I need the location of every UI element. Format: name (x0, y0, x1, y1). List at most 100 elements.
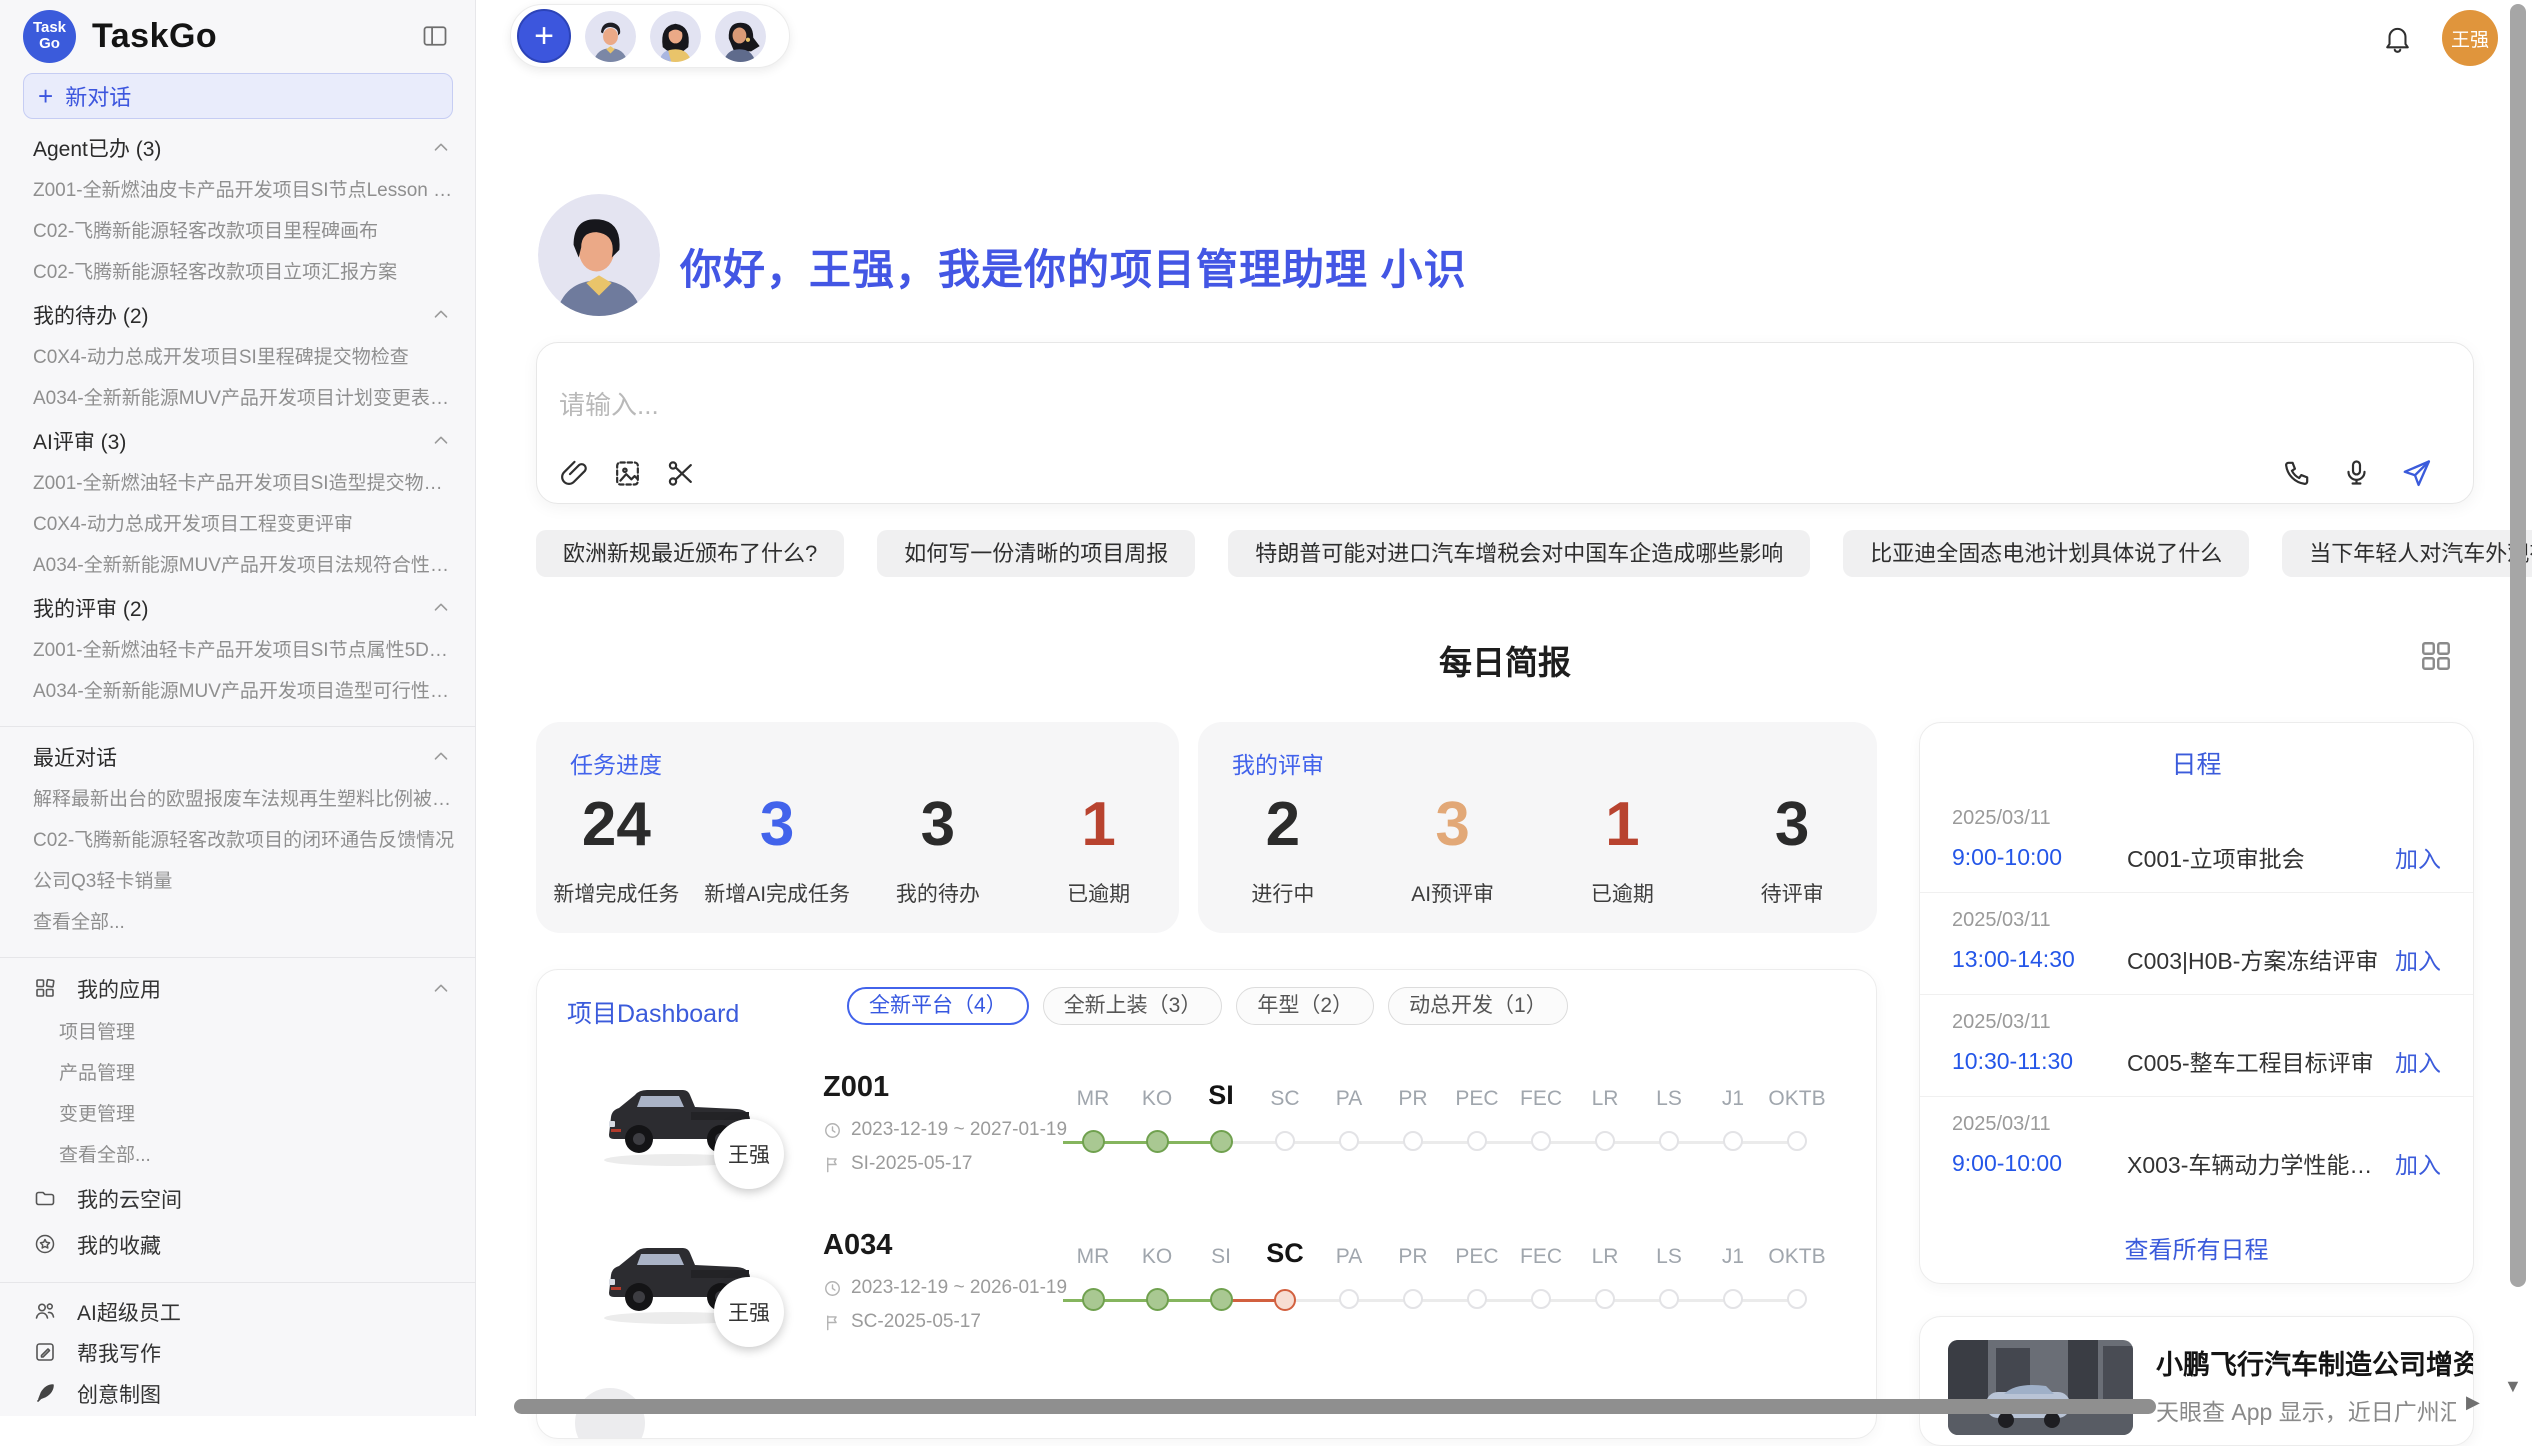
suggestion-chip[interactable]: 如何写一份清晰的项目周报 (877, 530, 1195, 577)
sidebar-tool-writing[interactable]: 帮我写作 (0, 1332, 476, 1373)
project-owner-badge: 王强 (714, 1119, 784, 1189)
stat-value: 3 (1707, 792, 1877, 858)
sidebar-favorites-entry[interactable]: 我的收藏 (0, 1222, 476, 1268)
attachment-icon[interactable] (559, 458, 590, 489)
conversation-switcher: + (510, 4, 790, 68)
milestone-label: SC (1253, 1087, 1317, 1111)
milestone-label: J1 (1701, 1087, 1765, 1111)
stat-label: 已逾期 (1538, 878, 1708, 908)
app-item[interactable]: 产品管理 (0, 1053, 476, 1094)
project-code[interactable]: Z001 (823, 1071, 889, 1104)
horizontal-scrollbar-thumb[interactable] (514, 1399, 2156, 1414)
chat-input[interactable] (557, 389, 2261, 422)
sidebar-section-title: AI评审 (3) (33, 426, 126, 456)
suggestion-chip[interactable]: 欧洲新规最近颁布了什么? (536, 530, 844, 577)
screenshot-scissors-icon[interactable] (665, 458, 696, 489)
sidebar-tool-drawing[interactable]: 创意制图 (0, 1373, 476, 1414)
sidebar-section-header: 我的待办 (2) (0, 293, 476, 337)
notifications-bell-icon[interactable] (2381, 22, 2414, 55)
apps-view-all[interactable]: 查看全部... (0, 1135, 476, 1176)
project-date-range-row: 2023-12-19 ~ 2026-01-19 (823, 1277, 1067, 1299)
new-chat-button[interactable]: + 新对话 (23, 73, 453, 119)
app-item[interactable]: 变更管理 (0, 1094, 476, 1135)
layout-grid-icon[interactable] (2418, 638, 2454, 674)
suggestion-chip[interactable]: 当下年轻人对汽车外观有怎样的喜好趋势 (2282, 530, 2532, 577)
sidebar-section-header: 我的评审 (2) (0, 586, 476, 630)
schedule-item-time: 9:00-10:00 (1952, 1150, 2127, 1177)
suggestion-chip[interactable]: 比亚迪全固态电池计划具体说了什么 (1843, 530, 2249, 577)
my-apps-header[interactable]: 我的应用 (0, 966, 476, 1012)
app-item[interactable]: 项目管理 (0, 1012, 476, 1053)
conversation-avatar-1[interactable] (585, 11, 636, 62)
stat-value: 1 (1018, 792, 1179, 858)
my-review-card: 我的评审 2进行中3AI预评审1已逾期3待评审 (1198, 722, 1877, 933)
sidebar-task-item[interactable]: Z001-全新燃油皮卡产品开发项目SI节点Lesson Learn报告 (0, 170, 476, 211)
suggestion-chip[interactable]: 特朗普可能对进口汽车增税会对中国车企造成哪些影响 (1228, 530, 1810, 577)
stat-value: 3 (697, 792, 858, 858)
sidebar-tool-ai-staff[interactable]: AI超级员工 (0, 1291, 476, 1332)
sidebar-task-item[interactable]: Z001-全新燃油轻卡产品开发项目SI节点属性5D文件评审 (0, 630, 476, 671)
image-upload-icon[interactable] (612, 458, 643, 489)
user-avatar[interactable]: 王强 (2442, 10, 2498, 66)
recent-chats-view-all[interactable]: 查看全部... (0, 902, 476, 943)
schedule-item-date: 2025/03/11 (1952, 1011, 2441, 1034)
stat-column: 3新增AI完成任务 (697, 792, 858, 908)
schedule-view-all-link[interactable]: 查看所有日程 (1920, 1230, 2473, 1265)
milestone-label: LS (1637, 1245, 1701, 1269)
chevron-up-icon[interactable] (430, 746, 452, 768)
milestone-label: J1 (1701, 1245, 1765, 1269)
schedule-join-link[interactable]: 加入 (2395, 1044, 2441, 1078)
milestone-dot-pending (1467, 1289, 1487, 1309)
schedule-item-date: 2025/03/11 (1952, 1113, 2441, 1136)
sidebar-cloud-space-entry[interactable]: 我的云空间 (0, 1176, 476, 1222)
chevron-up-icon[interactable] (430, 978, 452, 1000)
news-image (1948, 1340, 2133, 1435)
new-chat-label: 新对话 (65, 80, 131, 112)
chevron-up-icon[interactable] (430, 137, 452, 159)
daily-brief-title: 每日简报 (536, 636, 2474, 684)
chevron-up-icon[interactable] (430, 304, 452, 326)
conversation-avatar-2[interactable] (650, 11, 701, 62)
project-code[interactable]: A034 (823, 1229, 892, 1262)
chevron-up-icon[interactable] (430, 597, 452, 619)
dashboard-filter-pill[interactable]: 全新平台（4） (847, 987, 1029, 1025)
milestone-dot-pending (1595, 1131, 1615, 1151)
send-icon[interactable] (2400, 456, 2433, 489)
microphone-icon[interactable] (2341, 457, 2372, 488)
sidebar-task-item[interactable]: Z001-全新燃油轻卡产品开发项目SI造型提交物评审 (0, 463, 476, 504)
recent-chat-item[interactable]: 公司Q3轻卡销量 (0, 861, 476, 902)
sidebar-task-item[interactable]: C0X4-动力总成开发项目工程变更评审 (0, 504, 476, 545)
news-card[interactable]: 小鹏飞行汽车制造公司增资 天眼查 App 显示，近日广州汇天飞行汽... (1919, 1316, 2474, 1446)
project-date-range: 2023-12-19 ~ 2027-01-19 (851, 1119, 1067, 1141)
chevron-up-icon[interactable] (430, 430, 452, 452)
writing-icon (33, 1340, 59, 1366)
stat-column: 3待评审 (1707, 792, 1877, 908)
scroll-down-arrow-icon[interactable]: ▼ (2504, 1376, 2522, 1397)
milestone-dot-done (1146, 1288, 1169, 1311)
sidebar-collapse-icon[interactable] (421, 22, 449, 50)
voice-call-icon[interactable] (2282, 457, 2313, 488)
conversation-avatar-3[interactable] (715, 11, 766, 62)
milestone-label: PEC (1445, 1245, 1509, 1269)
schedule-join-link[interactable]: 加入 (2395, 1146, 2441, 1180)
schedule-join-link[interactable]: 加入 (2395, 942, 2441, 976)
stat-label: AI预评审 (1368, 878, 1538, 908)
vertical-scrollbar-thumb[interactable] (2510, 4, 2526, 1287)
schedule-join-link[interactable]: 加入 (2395, 840, 2441, 874)
sidebar-task-item[interactable]: C02-飞腾新能源轻客改款项目里程碑画布 (0, 211, 476, 252)
app-title: TaskGo (92, 17, 217, 56)
dashboard-filter-pill[interactable]: 动总开发（1） (1388, 987, 1568, 1025)
milestone-label: LR (1573, 1087, 1637, 1111)
sidebar-task-item[interactable]: C0X4-动力总成开发项目SI里程碑提交物检查 (0, 337, 476, 378)
sidebar-task-item[interactable]: C02-飞腾新能源轻客改款项目立项汇报方案 (0, 252, 476, 293)
sidebar-task-item[interactable]: A034-全新新能源MUV产品开发项目法规符合性评审 (0, 545, 476, 586)
recent-chat-item[interactable]: 解释最新出台的欧盟报废车法规再生塑料比例被调至15%... (0, 779, 476, 820)
sidebar-task-item[interactable]: A034-全新新能源MUV产品开发项目计划变更表编写 (0, 378, 476, 419)
add-conversation-button[interactable]: + (517, 9, 571, 63)
dashboard-filter-pill[interactable]: 全新上装（3） (1043, 987, 1223, 1025)
sidebar-task-item[interactable]: A034-全新新能源MUV产品开发项目造型可行性评审 (0, 671, 476, 712)
milestone-dot-pending (1403, 1131, 1423, 1151)
dashboard-filter-pill[interactable]: 年型（2） (1236, 987, 1374, 1025)
recent-chat-item[interactable]: C02-飞腾新能源轻客改款项目的闭环通告反馈情况 (0, 820, 476, 861)
scroll-right-arrow-icon[interactable]: ▶ (2466, 1392, 2480, 1413)
